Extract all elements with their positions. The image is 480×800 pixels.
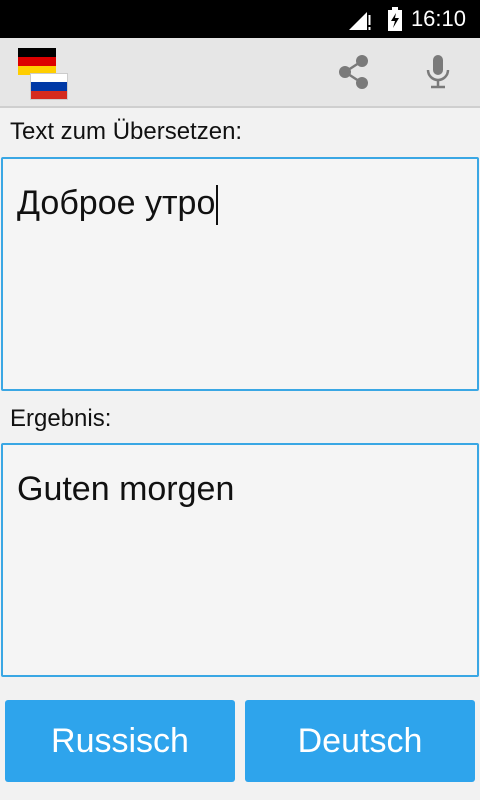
source-text-value: Доброе утро [17,184,216,222]
microphone-icon[interactable] [418,52,458,92]
battery-charging-icon [388,7,402,31]
result-text-field[interactable]: Guten morgen [1,443,479,677]
signal-alert-icon [349,12,371,30]
russian-flag-icon [30,73,68,100]
result-text-value: Guten morgen [17,470,235,508]
result-label: Ergebnis: [10,405,112,432]
source-text-input[interactable]: Доброе утро [1,157,479,391]
target-language-button[interactable]: Deutsch [245,700,475,782]
language-flags[interactable] [18,48,70,100]
source-language-button[interactable]: Russisch [5,700,235,782]
text-cursor [216,185,219,226]
share-icon[interactable] [334,52,374,92]
german-flag-icon [18,48,56,75]
input-label: Text zum Übersetzen: [10,118,243,145]
clock: 16:10 [410,6,466,31]
app-bar [0,38,480,108]
status-bar: 16:10 [0,0,480,38]
